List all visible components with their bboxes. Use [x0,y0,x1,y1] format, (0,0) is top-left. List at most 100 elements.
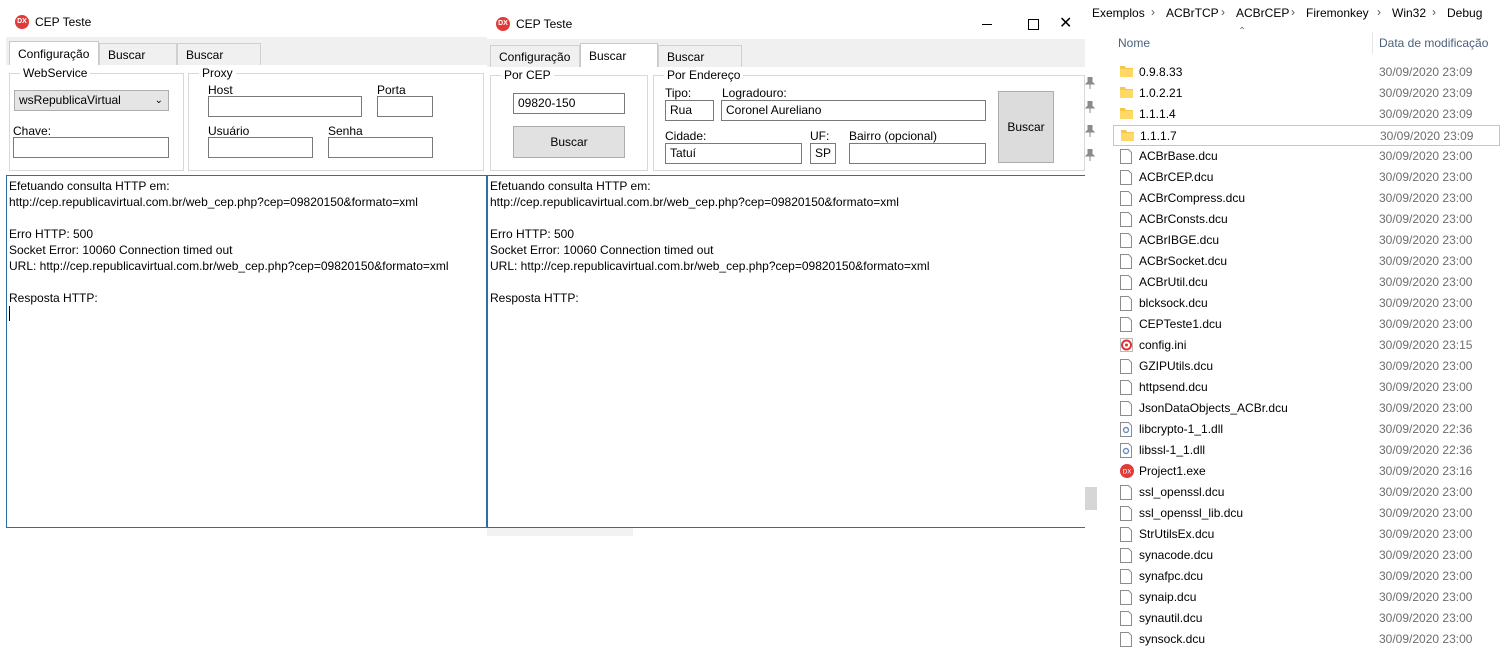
tab-buscar-cep[interactable]: Buscar CEP [99,43,177,84]
chevron-right-icon[interactable]: › [1291,5,1295,19]
file-date: 30/09/2020 23:15 [1379,338,1473,352]
file-row[interactable]: 0.9.8.33 30/09/2020 23:09 [1113,62,1500,83]
por-cep-group-label: Por CEP [501,68,554,82]
file-name: 1.0.2.21 [1139,86,1183,100]
senha-input[interactable] [328,137,433,158]
close-icon: ✕ [1059,15,1073,32]
file-row[interactable]: ssl_openssl.dcu 30/09/2020 23:00 [1113,482,1500,503]
file-row[interactable]: ACBrBase.dcu 30/09/2020 23:00 [1113,146,1500,167]
file-icon [1120,296,1132,311]
window-1-title: CEP Teste [35,15,92,29]
column-header-date[interactable]: Data de modificação [1379,36,1488,50]
file-row[interactable]: ACBrCEP.dcu 30/09/2020 23:00 [1113,167,1500,188]
minimize-button[interactable] [965,9,1009,39]
file-icon [1120,632,1132,647]
file-row[interactable]: JsonDataObjects_ACBr.dcu 30/09/2020 23:00 [1113,398,1500,419]
pin-icon[interactable] [1084,100,1096,113]
chave-input[interactable] [13,137,169,158]
webservice-selected-value: wsRepublicaVirtual [19,93,121,107]
breadcrumb-item[interactable]: Exemplos [1092,6,1145,20]
porta-input[interactable] [377,96,433,117]
tab-configuracao[interactable]: Configuração [9,41,99,65]
file-row[interactable]: ssl_openssl_lib.dcu 30/09/2020 23:00 [1113,503,1500,524]
file-row[interactable]: httpsend.dcu 30/09/2020 23:00 [1113,377,1500,398]
file-row[interactable]: 1.1.1.4 30/09/2020 23:09 [1113,104,1500,125]
app-icon: DX [15,15,29,29]
tab-buscar-cep[interactable]: Buscar CEP [580,43,658,87]
file-row[interactable]: ACBrCompress.dcu 30/09/2020 23:00 [1113,188,1500,209]
file-row[interactable]: synacode.dcu 30/09/2020 23:00 [1113,545,1500,566]
file-name: ssl_openssl.dcu [1139,485,1225,499]
file-row[interactable]: ACBrUtil.dcu 30/09/2020 23:00 [1113,272,1500,293]
breadcrumb-item[interactable]: Debug [1447,6,1482,20]
tab-buscar-ibge[interactable]: Buscar IBGE [177,43,261,84]
file-row[interactable]: ACBrConsts.dcu 30/09/2020 23:00 [1113,209,1500,230]
tipo-input[interactable]: Rua [665,100,714,121]
buscar-endereco-button[interactable]: Buscar [998,91,1054,163]
column-header-name[interactable]: Nome [1118,36,1150,50]
memo-line: Erro HTTP: 500 [490,227,575,241]
cep-input[interactable]: 09820-150 [513,93,625,114]
file-name: GZIPUtils.dcu [1139,359,1214,373]
file-row[interactable]: ACBrIBGE.dcu 30/09/2020 23:00 [1113,230,1500,251]
pin-icon[interactable] [1084,148,1096,161]
file-name: ssl_openssl_lib.dcu [1139,506,1244,520]
file-row[interactable]: CEPTeste1.dcu 30/09/2020 23:00 [1113,314,1500,335]
chevron-right-icon[interactable]: › [1221,5,1225,19]
logradouro-input[interactable]: Coronel Aureliano [721,100,986,121]
file-row[interactable]: libssl-1_1.dll 30/09/2020 22:36 [1113,440,1500,461]
file-row[interactable]: synautil.dcu 30/09/2020 23:00 [1113,608,1500,629]
configuracao-panel: WebService wsRepublicaVirtual ⌄ Chave: P… [6,65,487,175]
por-cep-group: Por CEP 09820-150 Buscar [490,68,648,171]
file-icon [1120,380,1132,395]
usuario-input[interactable] [208,137,313,158]
window-2-tabs: Configuração Buscar CEP Buscar IBGE [487,41,1085,87]
response-memo-1[interactable]: Efetuando consulta HTTP em: http://cep.r… [6,175,487,528]
file-name: ACBrCompress.dcu [1139,191,1246,205]
file-row[interactable]: blcksock.dcu 30/09/2020 23:00 [1113,293,1500,314]
file-row[interactable]: synsock.dcu 30/09/2020 23:00 [1113,629,1500,650]
response-memo-2[interactable]: Efetuando consulta HTTP em: http://cep.r… [487,175,1085,528]
pin-icon[interactable] [1084,76,1096,89]
chevron-right-icon[interactable]: › [1432,5,1436,19]
memo-line: Socket Error: 10060 Connection timed out [9,243,233,257]
chevron-right-icon[interactable]: › [1377,5,1381,19]
file-date: 30/09/2020 23:00 [1379,590,1473,604]
bairro-input[interactable] [849,143,986,164]
file-row[interactable]: GZIPUtils.dcu 30/09/2020 23:00 [1113,356,1500,377]
chevron-right-icon[interactable]: › [1151,5,1155,19]
tab-buscar-ibge[interactable]: Buscar IBGE [658,45,742,86]
memo-line: http://cep.republicavirtual.com.br/web_c… [9,195,418,209]
pin-icon[interactable] [1084,124,1096,137]
close-button[interactable]: ✕ [1057,9,1085,39]
file-row[interactable]: synaip.dcu 30/09/2020 23:00 [1113,587,1500,608]
tab-configuracao[interactable]: Configuração [490,45,580,67]
window-1-titlebar[interactable]: DX CEP Teste [6,7,487,37]
host-input[interactable] [208,96,362,117]
file-row[interactable]: DX Project1.exe 30/09/2020 23:16 [1113,461,1500,482]
file-row[interactable]: 1.1.1.7 30/09/2020 23:09 [1113,125,1500,146]
file-row[interactable]: synafpc.dcu 30/09/2020 23:00 [1113,566,1500,587]
file-row[interactable]: ACBrSocket.dcu 30/09/2020 23:00 [1113,251,1500,272]
explorer-scrollbar-thumb[interactable] [1085,487,1097,510]
tipo-label: Tipo: [665,86,692,100]
breadcrumb-item[interactable]: ACBrCEP [1236,6,1289,20]
file-row[interactable]: config.ini 30/09/2020 23:15 [1113,335,1500,356]
dll-icon [1120,443,1132,458]
breadcrumb-item[interactable]: Firemonkey [1306,6,1369,20]
file-icon [1120,275,1132,290]
file-row[interactable]: StrUtilsEx.dcu 30/09/2020 23:00 [1113,524,1500,545]
file-date: 30/09/2020 23:00 [1379,170,1473,184]
window-2-titlebar[interactable]: DX CEP Teste ✕ [487,9,1085,39]
column-divider[interactable] [1372,32,1373,54]
breadcrumb-item[interactable]: ACBrTCP [1166,6,1219,20]
webservice-select[interactable]: wsRepublicaVirtual ⌄ [14,90,169,111]
folder-icon [1120,86,1133,101]
file-row[interactable]: libcrypto-1_1.dll 30/09/2020 22:36 [1113,419,1500,440]
file-row[interactable]: 1.0.2.21 30/09/2020 23:09 [1113,83,1500,104]
buscar-cep-button[interactable]: Buscar [513,126,625,158]
uf-input[interactable]: SP [810,143,836,164]
cidade-input[interactable]: Tatuí [665,143,802,164]
maximize-button[interactable] [1011,9,1055,39]
breadcrumb-item[interactable]: Win32 [1392,6,1426,20]
